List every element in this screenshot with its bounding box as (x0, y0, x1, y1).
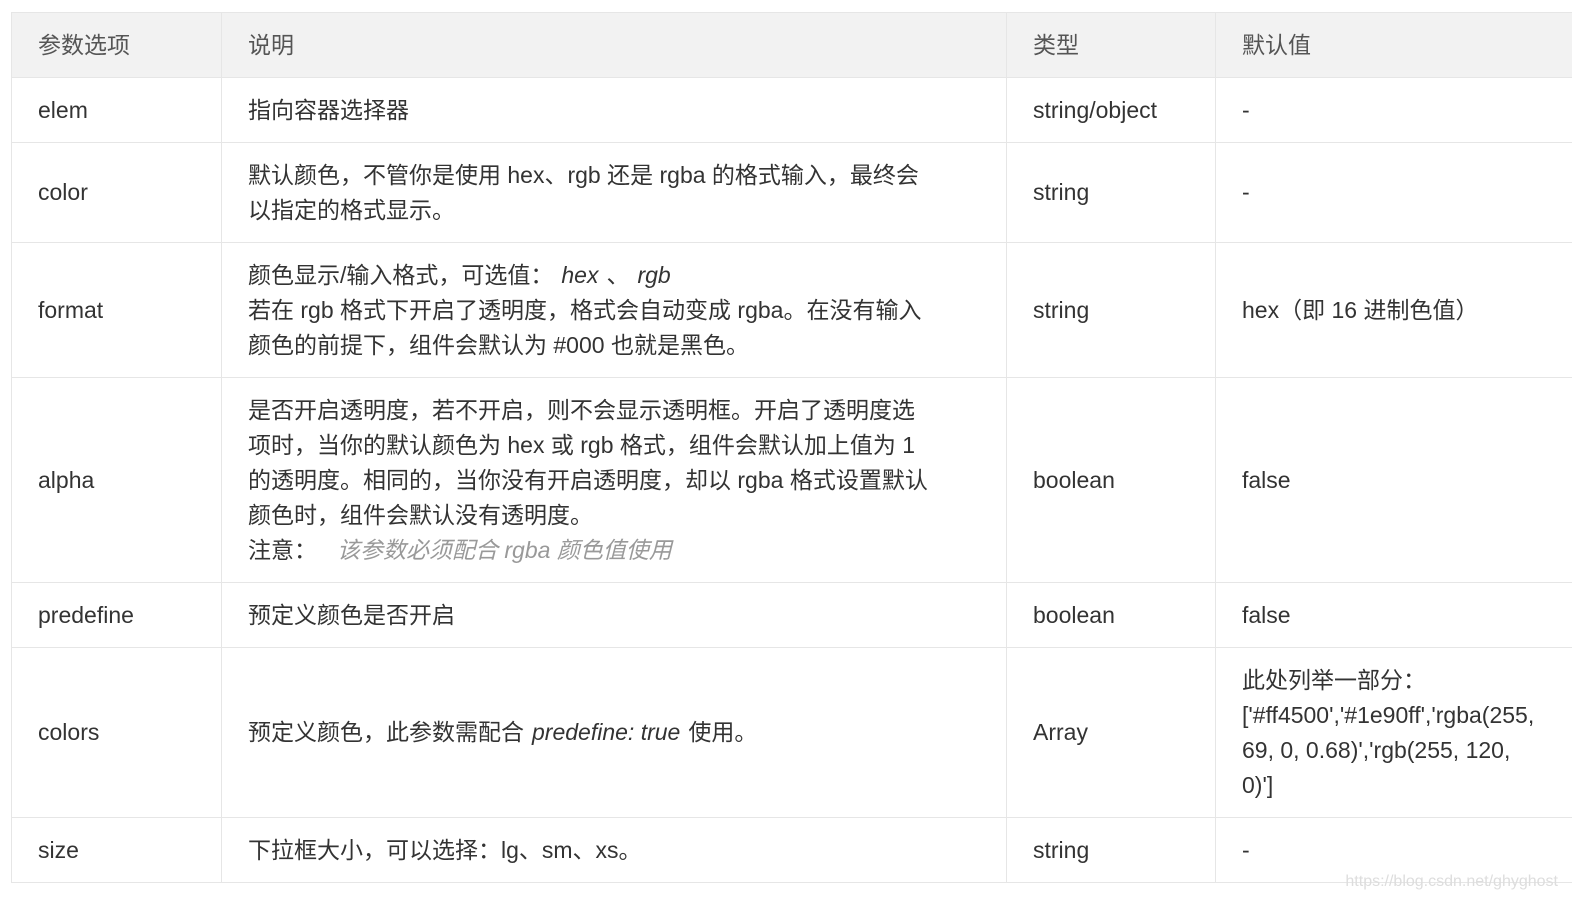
description-line: 颜色显示/输入格式，可选值： hex 、 rgb (248, 258, 976, 293)
param-default: - (1215, 77, 1572, 143)
param-description: 默认颜色，不管你是使用 hex、rgb 还是 rgba 的格式输入，最终会 以指… (221, 142, 1007, 243)
param-default: - (1215, 142, 1572, 243)
param-description: 指向容器选择器 (221, 77, 1007, 143)
option-separator: 、 (606, 261, 630, 288)
description-line: 默认颜色，不管你是使用 hex、rgb 还是 rgba 的格式输入，最终会 (248, 161, 919, 188)
header-param-option: 参数选项 (11, 12, 222, 78)
param-type: string (1006, 817, 1216, 883)
description-line: 若在 rgb 格式下开启了透明度，格式会自动变成 rgba。在没有输入 (248, 296, 922, 323)
table-header-row: 参数选项 说明 类型 默认值 (11, 12, 1572, 78)
table-row: size 下拉框大小，可以选择：lg、sm、xs。 string - (11, 817, 1572, 883)
description-prefix: 颜色显示/输入格式，可选值： (248, 261, 554, 288)
option-rgb: rgb (637, 261, 671, 288)
param-description: 是否开启透明度，若不开启，则不会显示透明框。开启了透明度选 项时，当你的默认颜色… (221, 377, 1007, 583)
param-description: 预定义颜色是否开启 (221, 582, 1007, 648)
default-line: 此处列举一部分： (1242, 666, 1426, 693)
param-description: 下拉框大小，可以选择：lg、sm、xs。 (221, 817, 1007, 883)
param-name: predefine (11, 582, 222, 648)
description-line: 颜色时，组件会默认没有透明度。 (248, 501, 593, 528)
header-description: 说明 (221, 12, 1007, 78)
param-default: false (1215, 377, 1572, 583)
description-line: 是否开启透明度，若不开启，则不会显示透明框。开启了透明度选 (248, 396, 915, 423)
param-default: false (1215, 582, 1572, 648)
params-table: 参数选项 说明 类型 默认值 elem 指向容器选择器 string/objec… (11, 12, 1572, 883)
table-row: elem 指向容器选择器 string/object - (11, 77, 1572, 143)
description-code: predefine: true (532, 719, 681, 745)
table-row: colors 预定义颜色，此参数需配合 predefine: true 使用。 Ar… (11, 647, 1572, 818)
table-row: predefine 预定义颜色是否开启 boolean false (11, 582, 1572, 648)
description-suffix: 使用。 (688, 719, 758, 745)
param-name: alpha (11, 377, 222, 583)
param-name: elem (11, 77, 222, 143)
table-row: alpha 是否开启透明度，若不开启，则不会显示透明框。开启了透明度选 项时，当… (11, 377, 1572, 583)
param-type: string (1006, 142, 1216, 243)
default-line: 0)'] (1242, 771, 1274, 798)
note-text: 该参数必须配合 rgba 颜色值使用 (337, 536, 672, 563)
description-prefix: 预定义颜色，此参数需配合 (248, 719, 524, 745)
param-name: colors (11, 647, 222, 818)
param-default: 此处列举一部分： ['#ff4500','#1e90ff','rgba(255,… (1215, 647, 1572, 818)
param-description: 预定义颜色，此参数需配合 predefine: true 使用。 (221, 647, 1007, 818)
param-type: string (1006, 242, 1216, 378)
header-type: 类型 (1006, 12, 1216, 78)
option-hex: hex (561, 261, 599, 288)
description-line: 的透明度。相同的，当你没有开启透明度，却以 rgba 格式设置默认 (248, 466, 928, 493)
param-name: size (11, 817, 222, 883)
description-line: 颜色的前提下，组件会默认为 #000 也就是黑色。 (248, 331, 749, 358)
note-label: 注意： (248, 536, 317, 563)
table-row: format 颜色显示/输入格式，可选值： hex 、 rgb 若在 rgb 格式下开… (11, 242, 1572, 378)
param-default: hex（即 16 进制色值） (1215, 242, 1572, 378)
param-description: 颜色显示/输入格式，可选值： hex 、 rgb 若在 rgb 格式下开启了透明度，格… (221, 242, 1007, 378)
param-type: string/object (1006, 77, 1216, 143)
param-type: Array (1006, 647, 1216, 818)
default-line: ['#ff4500','#1e90ff','rgba(255, (1242, 701, 1535, 728)
description-line: 项时，当你的默认颜色为 hex 或 rgb 格式，组件会默认加上值为 1 (248, 431, 916, 458)
default-line: 69, 0, 0.68)','rgb(255, 120, (1242, 736, 1511, 763)
note-line: 注意： 该参数必须配合 rgba 颜色值使用 (248, 533, 976, 568)
param-type: boolean (1006, 582, 1216, 648)
table-row: color 默认颜色，不管你是使用 hex、rgb 还是 rgba 的格式输入，… (11, 142, 1572, 243)
description-line: 以指定的格式显示。 (248, 196, 455, 223)
watermark: https://blog.csdn.net/ghyghost (1345, 873, 1558, 890)
params-table-container: 参数选项 说明 类型 默认值 elem 指向容器选择器 string/objec… (11, 12, 1572, 883)
param-name: format (11, 242, 222, 378)
param-name: color (11, 142, 222, 243)
header-default-value: 默认值 (1215, 12, 1572, 78)
param-type: boolean (1006, 377, 1216, 583)
